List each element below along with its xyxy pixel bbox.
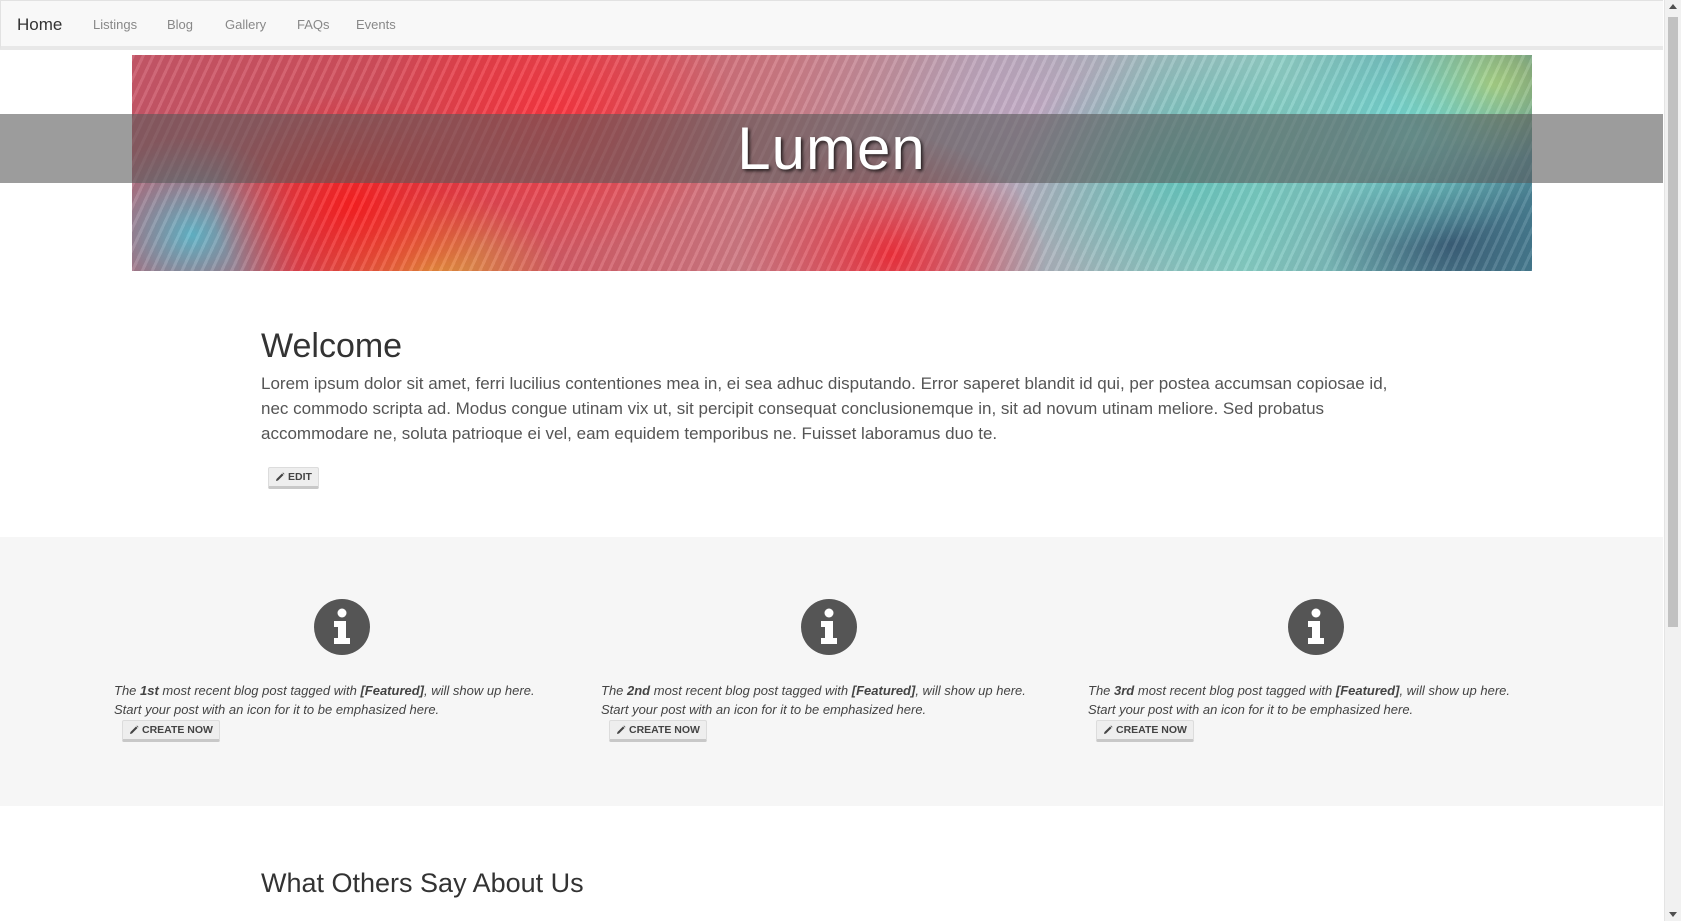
featured-item-text: The 2nd most recent blog post tagged wit…: [601, 683, 1026, 717]
create-now-button[interactable]: CREATE NOW: [609, 720, 707, 742]
pencil-icon: [276, 472, 285, 481]
nav-item-blog[interactable]: Blog: [167, 17, 193, 32]
pencil-icon: [617, 725, 626, 734]
create-now-label: CREATE NOW: [142, 724, 213, 736]
top-navbar: Home Listings Blog Gallery FAQs Events: [0, 0, 1663, 50]
page-scrollbar[interactable]: [1664, 0, 1681, 921]
info-icon: [314, 599, 370, 655]
featured-item: The 1st most recent blog post tagged wit…: [114, 537, 554, 806]
featured-item-text: The 1st most recent blog post tagged wit…: [114, 683, 535, 717]
nav-item-faqs[interactable]: FAQs: [297, 17, 330, 32]
featured-item: The 3rd most recent blog post tagged wit…: [1088, 537, 1528, 806]
pencil-icon: [130, 725, 139, 734]
nav-item-gallery[interactable]: Gallery: [225, 17, 266, 32]
pencil-icon: [1104, 725, 1113, 734]
welcome-body-text: Lorem ipsum dolor sit amet, ferri lucili…: [261, 374, 1388, 443]
featured-posts-section: The 1st most recent blog post tagged wit…: [0, 537, 1663, 806]
create-now-button[interactable]: CREATE NOW: [1096, 720, 1194, 742]
scrollbar-thumb[interactable]: [1668, 17, 1678, 627]
nav-item-events[interactable]: Events: [356, 17, 396, 32]
edit-button[interactable]: EDIT: [268, 467, 319, 489]
scroll-up-arrow-icon[interactable]: [1669, 4, 1677, 9]
featured-item: The 2nd most recent blog post tagged wit…: [601, 537, 1041, 806]
edit-button-label: EDIT: [288, 471, 312, 483]
info-icon: [801, 599, 857, 655]
create-now-label: CREATE NOW: [1116, 724, 1187, 736]
scroll-down-arrow-icon[interactable]: [1669, 912, 1677, 917]
create-now-button[interactable]: CREATE NOW: [122, 720, 220, 742]
featured-item-text: The 3rd most recent blog post tagged wit…: [1088, 683, 1510, 717]
site-title: Lumen: [737, 115, 926, 182]
nav-item-listings[interactable]: Listings: [93, 17, 137, 32]
create-now-label: CREATE NOW: [629, 724, 700, 736]
welcome-heading: Welcome: [261, 327, 403, 365]
testimonials-heading: What Others Say About Us: [261, 868, 584, 898]
info-icon: [1288, 599, 1344, 655]
nav-home-link[interactable]: Home: [17, 15, 62, 35]
